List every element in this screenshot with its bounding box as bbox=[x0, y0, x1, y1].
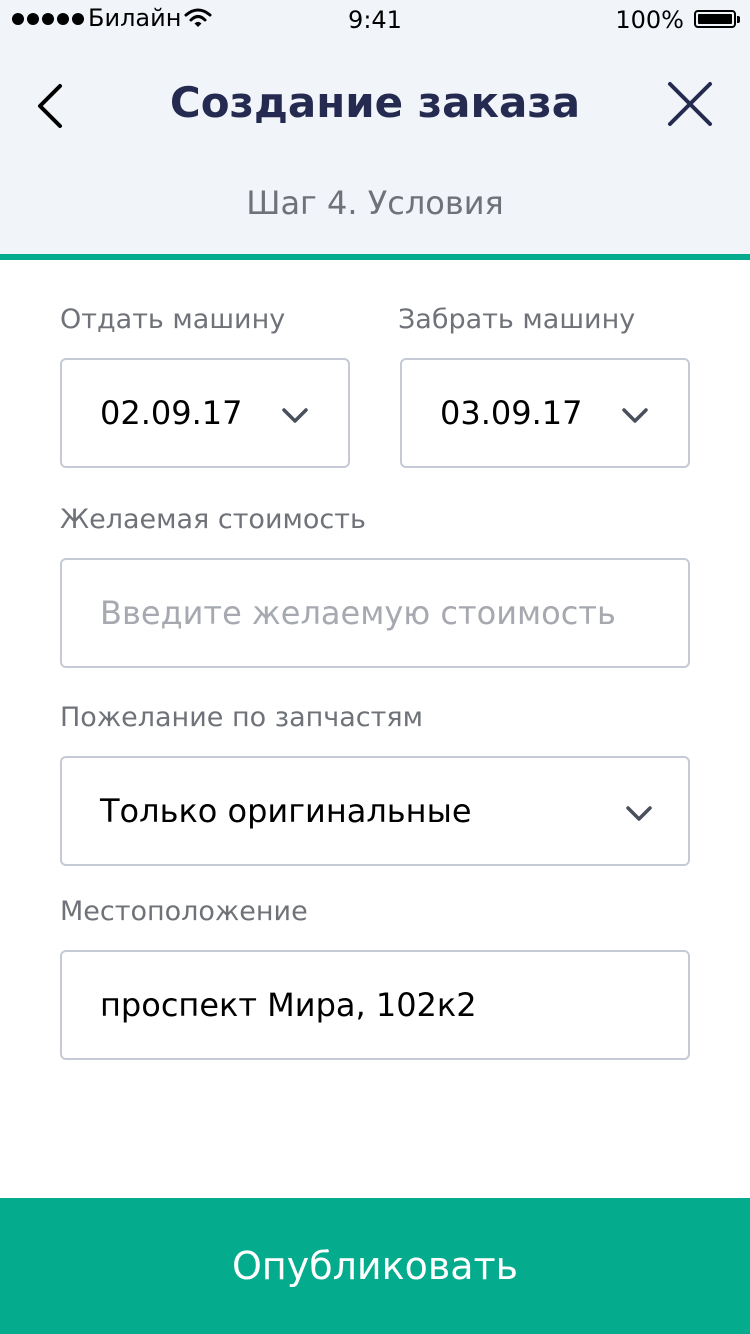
price-input[interactable] bbox=[100, 560, 660, 666]
dropoff-date-value: 02.09.17 bbox=[100, 394, 243, 432]
location-label: Местоположение bbox=[60, 896, 308, 927]
pickup-date-value: 03.09.17 bbox=[440, 394, 583, 432]
location-field[interactable]: проспект Мира, 102к2 bbox=[60, 950, 690, 1060]
chevron-down-icon bbox=[282, 408, 308, 423]
pickup-date-label: Забрать машину bbox=[398, 304, 636, 335]
status-bar: Билайн 9:41 100% bbox=[0, 0, 750, 40]
parts-value: Только оригинальные bbox=[100, 792, 472, 830]
battery-percentage: 100% bbox=[615, 6, 684, 34]
dropoff-date-select[interactable]: 02.09.17 bbox=[60, 358, 350, 468]
close-button[interactable] bbox=[660, 76, 720, 136]
dropoff-date-label: Отдать машину bbox=[60, 304, 286, 335]
progress-line bbox=[0, 254, 750, 260]
pickup-date-select[interactable]: 03.09.17 bbox=[400, 358, 690, 468]
publish-button[interactable]: Опубликовать bbox=[0, 1198, 750, 1334]
close-icon bbox=[668, 82, 712, 126]
price-field[interactable] bbox=[60, 558, 690, 668]
parts-label: Пожелание по запчастям bbox=[60, 702, 423, 733]
step-subtitle: Шаг 4. Условия bbox=[246, 184, 504, 222]
parts-select[interactable]: Только оригинальные bbox=[60, 756, 690, 866]
chevron-down-icon bbox=[626, 806, 652, 821]
battery-icon bbox=[694, 10, 740, 28]
page-title: Создание заказа bbox=[169, 78, 581, 127]
chevron-down-icon bbox=[622, 408, 648, 423]
price-label: Желаемая стоимость bbox=[60, 504, 366, 535]
location-value: проспект Мира, 102к2 bbox=[100, 986, 477, 1024]
header: Билайн 9:41 100% Создание заказа Шаг 4. … bbox=[0, 0, 750, 254]
